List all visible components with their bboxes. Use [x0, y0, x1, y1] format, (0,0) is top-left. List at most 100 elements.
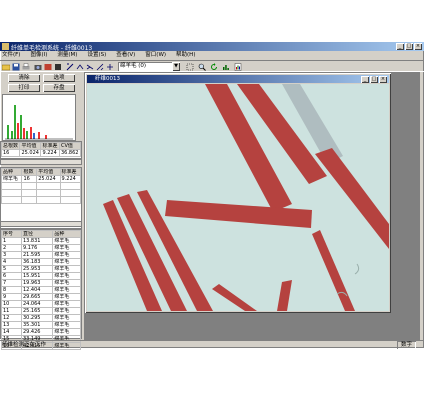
row-diameter: 35.301	[20, 321, 54, 329]
row-index: 3	[1, 251, 22, 259]
row-species: 绵羊毛	[52, 286, 81, 294]
table-row[interactable]: 9 29.665 绵羊毛	[1, 293, 81, 301]
row-diameter: 24.064	[20, 300, 54, 308]
row-index: 5	[1, 265, 22, 273]
table-row[interactable]: 12 30.295 绵羊毛	[1, 314, 81, 322]
row-index: 11	[1, 307, 22, 315]
table-row[interactable]: 4 36.183 绵羊毛	[1, 258, 81, 266]
category-header-species: 品种	[0, 168, 23, 176]
species-select[interactable]: 绵羊毛 (0) ▼	[118, 62, 180, 71]
menu-file[interactable]: 文件(F)	[2, 51, 20, 59]
menu-window[interactable]: 窗口(W)	[145, 51, 166, 59]
print-icon[interactable]	[22, 63, 30, 71]
print-button[interactable]: 打印	[8, 84, 40, 92]
save-data-button[interactable]: 存盘	[43, 84, 75, 92]
detail-header-diameter: 直径	[20, 230, 54, 238]
application-window: 纤维单毛检测系统 - 纤维0013 _ □ × 文件(F) 图像(I) 测量(M…	[0, 42, 424, 350]
row-index: 9	[1, 293, 22, 301]
table-row[interactable]: 14 29.426 绵羊毛	[1, 328, 81, 336]
row-species: 绵羊毛	[52, 307, 81, 315]
menu-settings[interactable]: 设置(S)	[87, 51, 106, 59]
histogram-bar	[33, 133, 35, 139]
refresh-icon[interactable]	[210, 63, 218, 71]
measure-tool-2-icon[interactable]	[76, 63, 84, 71]
table-row[interactable]: 2 9.176 绵羊毛	[1, 244, 81, 252]
histogram-bar	[11, 131, 13, 139]
menu-view[interactable]: 查看(V)	[116, 51, 135, 59]
histogram-bar	[38, 132, 40, 139]
table-row[interactable]: 10 24.064 绵羊毛	[1, 300, 81, 308]
close-button[interactable]: ×	[414, 43, 422, 50]
menu-help[interactable]: 帮助(H)	[176, 51, 195, 59]
title-bar[interactable]: 纤维单毛检测系统 - 纤维0013 _ □ ×	[0, 42, 424, 52]
select-region-icon[interactable]	[186, 63, 194, 71]
row-index: 12	[1, 314, 22, 322]
species-select-value: 绵羊毛 (0)	[120, 63, 147, 69]
measure-tool-1-icon[interactable]	[66, 63, 74, 71]
mdi-workspace: 纤维0013 _ □ ×	[84, 72, 420, 340]
open-folder-icon[interactable]	[2, 63, 10, 71]
category-table: 品种 根数 平均值 标准差 绵羊毛 16 25.024 9.224	[0, 167, 82, 229]
save-icon[interactable]	[12, 63, 20, 71]
row-diameter: 12.404	[20, 286, 54, 294]
menu-measure[interactable]: 测量(M)	[57, 51, 77, 59]
image-window-title-bar[interactable]: 纤维0013 _ □ ×	[87, 75, 389, 83]
table-row[interactable]: 7 19.963 绵羊毛	[1, 279, 81, 287]
zoom-icon[interactable]	[198, 63, 206, 71]
capture-icon[interactable]	[44, 63, 52, 71]
chevron-down-icon[interactable]: ▼	[172, 62, 180, 71]
detail-header-species: 品种	[52, 230, 81, 238]
microscope-image[interactable]	[87, 84, 389, 311]
row-species: 绵羊毛	[52, 265, 81, 273]
row-index: 4	[1, 258, 22, 266]
summary-mean: 25.024	[19, 149, 42, 157]
row-species: 绵羊毛	[52, 258, 81, 266]
row-species: 绵羊毛	[52, 300, 81, 308]
fiber-micrograph	[103, 84, 389, 311]
summary-header-cv: CV值	[58, 142, 82, 150]
row-species: 绵羊毛	[52, 251, 81, 259]
measure-tool-3-icon[interactable]	[86, 63, 94, 71]
histogram-bar	[7, 125, 9, 139]
category-species[interactable]: 绵羊毛	[0, 175, 23, 183]
detail-table: 序号 直径 品种 1 13.831 绵羊毛 2 9.176 绵羊毛 3 21.595 绵羊毛 4 3…	[0, 229, 82, 350]
clear-button[interactable]: 清除	[8, 74, 40, 82]
summary-count: 16	[0, 149, 21, 157]
table-row[interactable]: 11 25.165 绵羊毛	[1, 307, 81, 315]
fiber-1	[205, 84, 292, 212]
table-row[interactable]: 3 21.595 绵羊毛	[1, 251, 81, 259]
row-index: 14	[1, 328, 22, 336]
measure-tool-4-icon[interactable]	[96, 63, 104, 71]
measure-tool-5-icon[interactable]	[106, 63, 114, 71]
stop-icon[interactable]	[54, 63, 62, 71]
category-scrollbar[interactable]	[0, 221, 82, 227]
maximize-button[interactable]: □	[405, 43, 413, 50]
row-species: 绵羊毛	[52, 279, 81, 287]
table-row[interactable]: 5 25.953 绵羊毛	[1, 265, 81, 273]
row-diameter: 36.183	[20, 258, 54, 266]
image-close-button[interactable]: ×	[379, 76, 387, 83]
table-row[interactable]: 13 35.301 绵羊毛	[1, 321, 81, 329]
status-mode: 数字	[397, 341, 416, 349]
menu-image[interactable]: 图像(I)	[30, 51, 47, 59]
row-diameter: 30.295	[20, 314, 54, 322]
camera-icon[interactable]	[34, 63, 42, 71]
table-row[interactable]: 6 15.951 绵羊毛	[1, 272, 81, 280]
image-maximize-button[interactable]: □	[370, 76, 378, 83]
histogram-icon[interactable]	[222, 63, 230, 71]
report-icon[interactable]	[234, 63, 242, 71]
histogram-bar	[26, 131, 28, 139]
options-button[interactable]: 选项	[43, 74, 75, 82]
image-minimize-button[interactable]: _	[361, 76, 369, 83]
minimize-button[interactable]: _	[396, 43, 404, 50]
row-diameter: 13.831	[20, 237, 54, 245]
summary-header-count: 总根数	[0, 142, 21, 150]
row-diameter: 21.595	[20, 251, 54, 259]
row-diameter: 9.176	[20, 244, 54, 252]
row-species: 绵羊毛	[52, 293, 81, 301]
table-row[interactable]: 8 12.404 绵羊毛	[1, 286, 81, 294]
category-mean: 25.024	[36, 175, 61, 183]
table-row[interactable]: 1 13.831 绵羊毛	[1, 237, 81, 245]
summary-scrollbar[interactable]	[0, 159, 82, 165]
histogram-bar	[30, 127, 32, 139]
